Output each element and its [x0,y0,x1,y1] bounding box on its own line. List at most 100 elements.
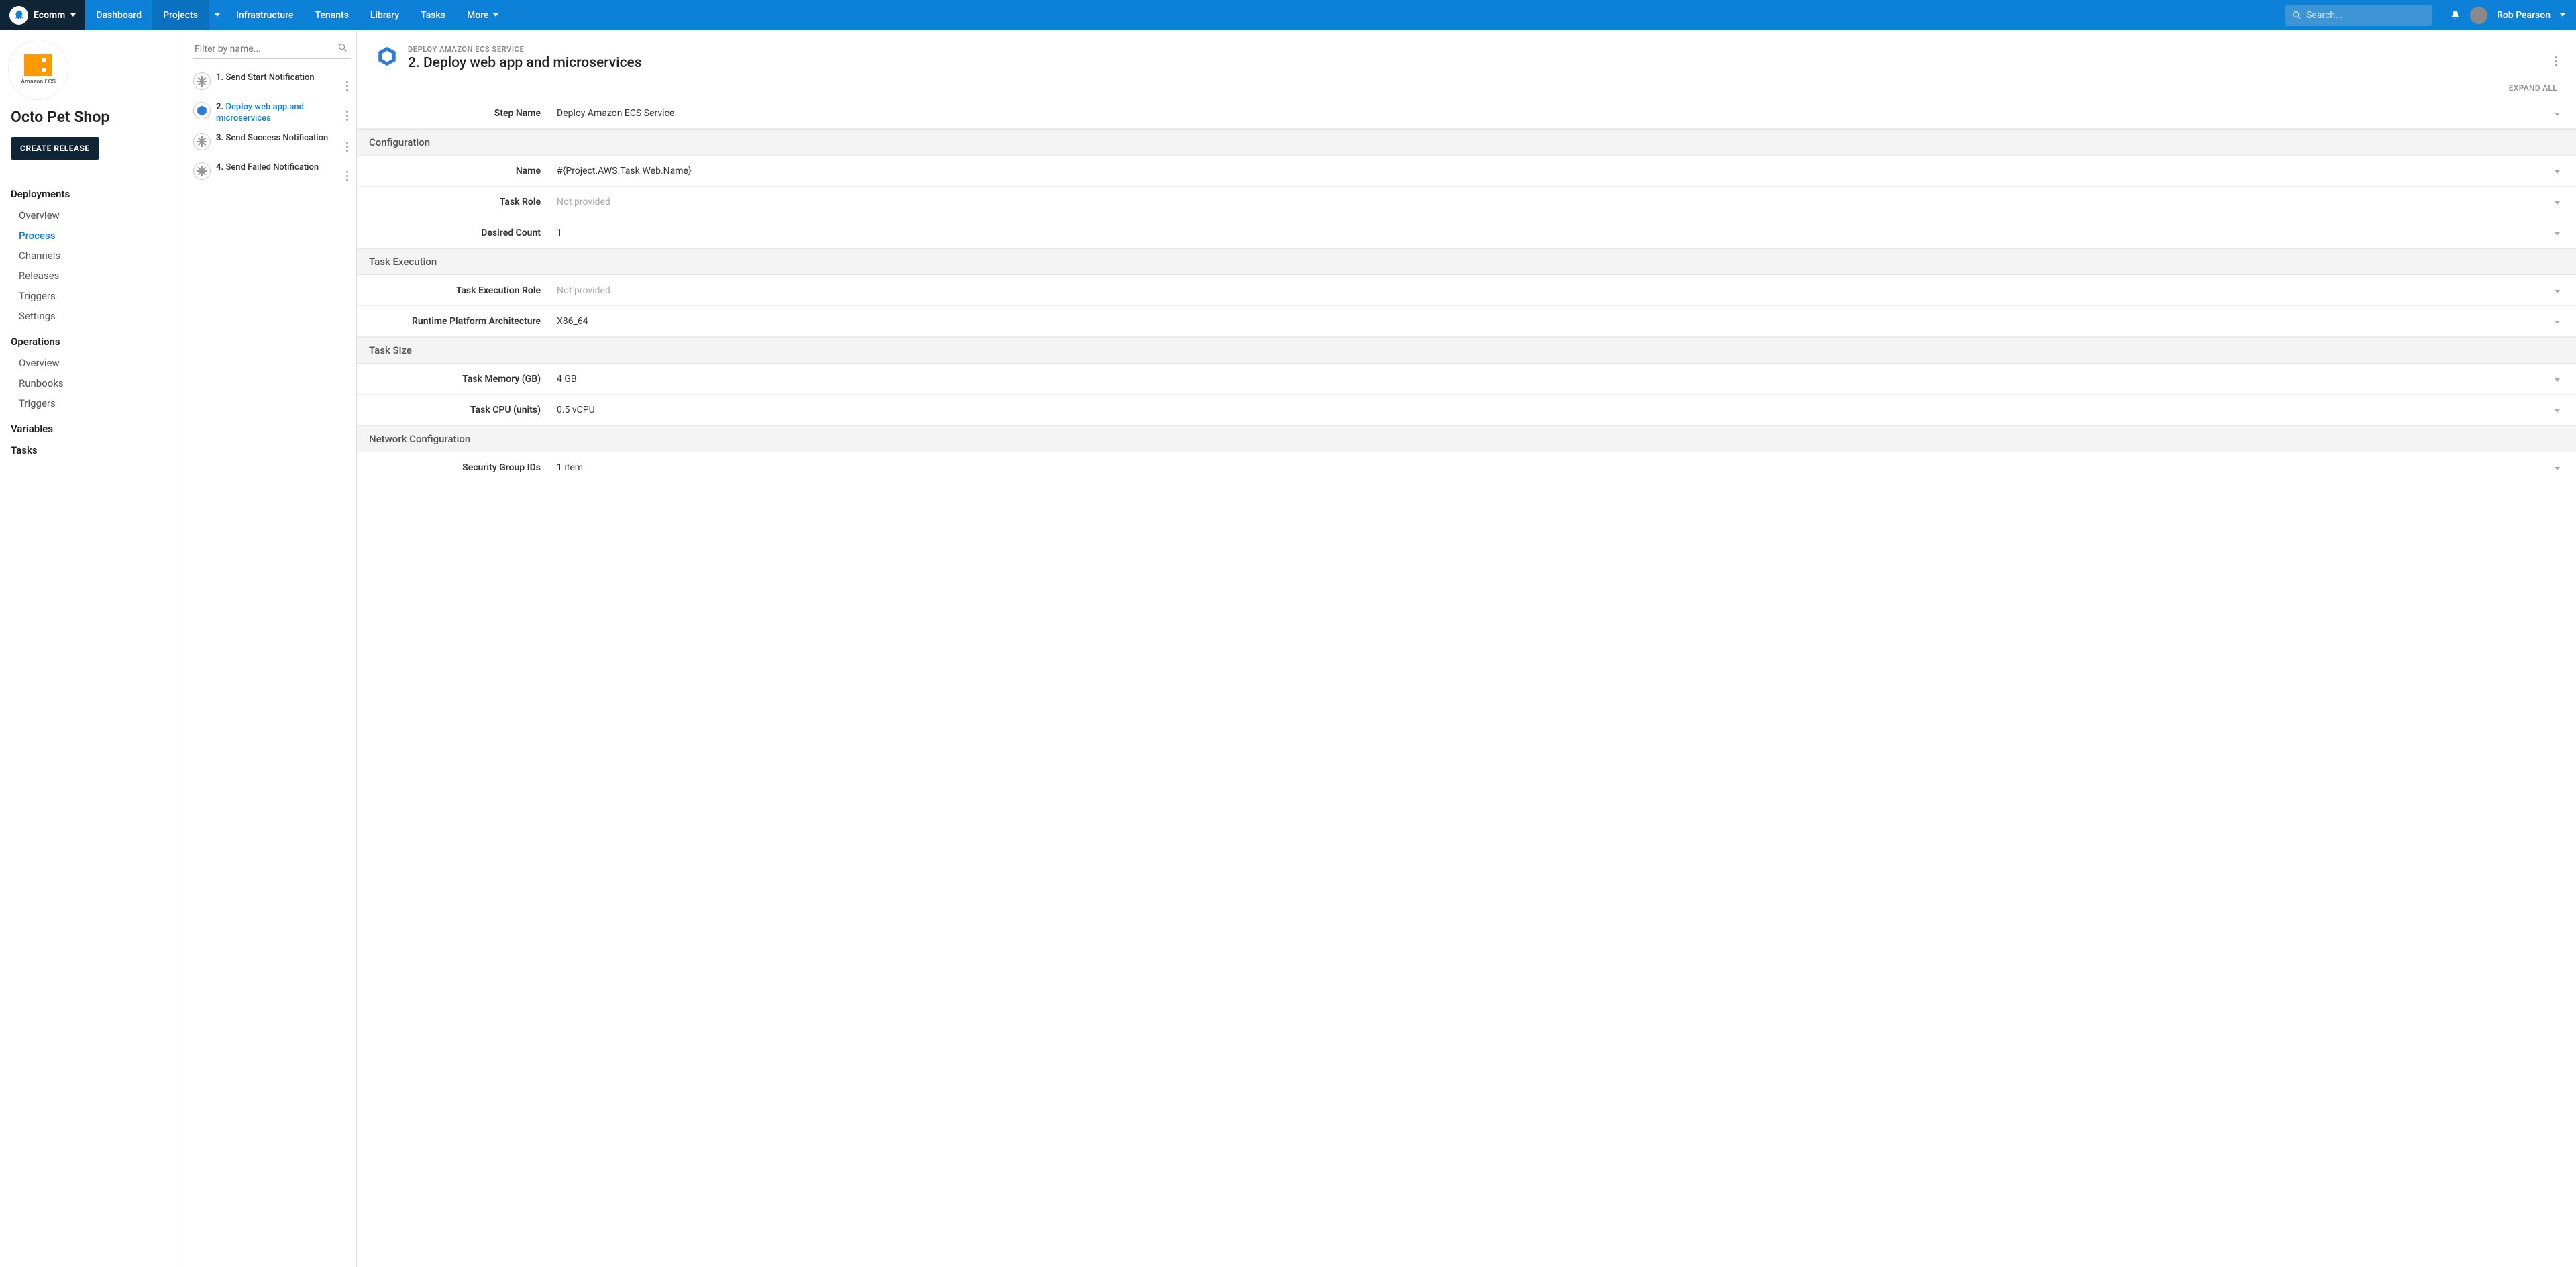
config-label: Task CPU (units) [369,405,557,415]
config-group-header: Configuration [357,129,2576,156]
step-more-menu[interactable] [343,162,351,184]
space-selector[interactable]: Ecomm [0,0,85,30]
nav-projects-dropdown[interactable] [209,0,225,30]
chevron-down-icon [215,13,220,17]
config-row[interactable]: Security Group IDs1 item [357,452,2576,483]
step-item[interactable]: 1. Send Start Notification [193,68,351,98]
step-type-breadcrumb: DEPLOY AMAZON ECS SERVICE [408,45,642,54]
config-value: 4 GB [557,374,2551,385]
step-more-menu[interactable] [343,72,351,94]
search-icon [2292,10,2302,21]
project-logo-label: Amazon ECS [21,79,56,85]
config-group-header: Task Size [357,337,2576,364]
step-header: DEPLOY AMAZON ECS SERVICE 2. Deploy web … [357,30,2576,83]
config-value: Not provided [557,285,2551,296]
config-row[interactable]: Task CPU (units)0.5 vCPU [357,395,2576,425]
config-row[interactable]: Runtime Platform ArchitectureX86_64 [357,306,2576,337]
step-more-menu[interactable] [2555,45,2557,66]
config-row[interactable]: Name#{Project.AWS.Task.Web.Name} [357,156,2576,187]
chevron-down-icon [2551,197,2564,207]
search-icon[interactable] [337,42,348,56]
sidebar-link-triggers[interactable]: Triggers [11,286,171,306]
config-value: 1 item [557,462,2551,473]
steps-filter-input[interactable] [193,40,351,59]
config-row[interactable]: Task Memory (GB)4 GB [357,364,2576,395]
chevron-down-icon [2551,316,2564,327]
steps-panel: 1. Send Start Notification2. Deploy web … [182,30,357,1267]
chevron-down-icon [2551,374,2564,385]
sidebar-link-runbooks[interactable]: Runbooks [11,373,171,393]
bell-icon[interactable] [2450,10,2461,21]
config-label: Name [369,166,557,176]
octopus-logo-icon [9,6,28,25]
step-detail-panel: DEPLOY AMAZON ECS SERVICE 2. Deploy web … [357,30,2576,1267]
search-input[interactable] [2306,10,2426,21]
sidebar-link-ops-triggers[interactable]: Triggers [11,393,171,413]
config-row[interactable]: Task RoleNot provided [357,187,2576,217]
chevron-down-icon [2551,227,2564,238]
avatar[interactable] [2470,7,2487,24]
config-label: Security Group IDs [369,462,557,473]
config-row[interactable]: Task Execution RoleNot provided [357,275,2576,306]
sidebar-section-title: Operations [11,336,171,348]
project-logo: Amazon ECS [8,40,68,100]
project-sidebar: Amazon ECS Octo Pet Shop CREATE RELEASE … [0,30,182,1267]
nav-tasks[interactable]: Tasks [410,0,456,30]
create-release-button[interactable]: CREATE RELEASE [11,137,99,160]
nav-more[interactable]: More [456,0,509,30]
chevron-down-icon [2551,405,2564,415]
topbar-right: Rob Pearson [2439,0,2576,30]
config-group-header: Task Execution [357,248,2576,275]
nav-library[interactable]: Library [360,0,410,30]
sidebar-link-releases[interactable]: Releases [11,266,171,286]
step-type-icon [376,45,398,68]
global-search[interactable] [2285,5,2432,26]
chevron-down-icon [2551,108,2564,119]
chevron-down-icon [2551,462,2564,473]
amazon-ecs-icon [24,54,52,76]
sidebar-link-overview[interactable]: Overview [11,205,171,225]
step-item[interactable]: 3. Send Success Notification [193,129,351,158]
step-item[interactable]: 2. Deploy web app and microservices [193,98,351,129]
chevron-down-icon [2551,285,2564,296]
config-value: Deploy Amazon ECS Service [557,108,2551,119]
sidebar-section-title: Deployments [11,188,171,200]
config-row[interactable]: Desired Count1 [357,217,2576,248]
chevron-down-icon [493,13,498,17]
config-value: X86_64 [557,316,2551,327]
config-row[interactable]: Step NameDeploy Amazon ECS Service [357,98,2576,129]
topbar: Ecomm Dashboard Projects Infrastructure … [0,0,2576,30]
config-label: Task Execution Role [369,285,557,296]
sidebar-link-channels[interactable]: Channels [11,246,171,266]
config-label: Task Memory (GB) [369,374,557,385]
expand-all-button[interactable]: EXPAND ALL [357,83,2576,98]
sidebar-section-title[interactable]: Tasks [11,444,171,456]
config-label: Task Role [369,197,557,207]
nav-tenants[interactable]: Tenants [305,0,360,30]
config-label: Step Name [369,108,557,119]
step-item[interactable]: 4. Send Failed Notification [193,158,351,188]
step-more-menu[interactable] [343,102,351,123]
config-value: 1 [557,227,2551,238]
step-more-menu[interactable] [343,133,351,154]
nav-projects[interactable]: Projects [152,0,209,30]
slack-icon [193,133,211,150]
sidebar-link-process[interactable]: Process [11,225,171,246]
slack-icon [193,72,211,90]
config-label: Desired Count [369,227,557,238]
config-group-header: Network Configuration [357,425,2576,452]
sidebar-link-ops-overview[interactable]: Overview [11,353,171,373]
config-value: #{Project.AWS.Task.Web.Name} [557,166,2551,176]
sidebar-link-settings[interactable]: Settings [11,306,171,326]
chevron-down-icon [70,13,76,17]
nav-infrastructure[interactable]: Infrastructure [225,0,305,30]
config-label: Runtime Platform Architecture [369,316,557,327]
chevron-down-icon [2551,166,2564,176]
config-value: 0.5 vCPU [557,405,2551,415]
slack-icon [193,162,211,180]
octopus-step-icon [193,102,211,119]
nav-dashboard[interactable]: Dashboard [85,0,152,30]
project-title: Octo Pet Shop [11,108,171,126]
chevron-down-icon[interactable] [2560,13,2565,17]
sidebar-section-title[interactable]: Variables [11,423,171,435]
